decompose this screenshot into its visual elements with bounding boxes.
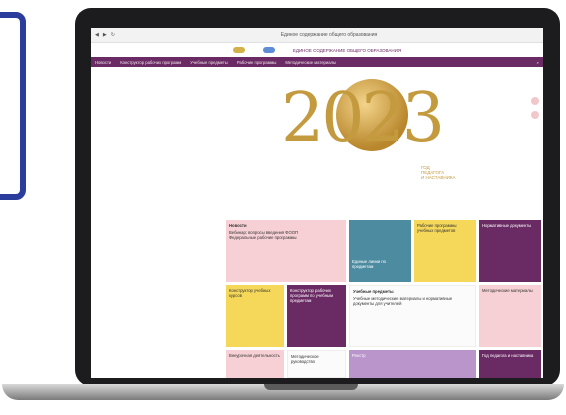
- constructor-course-tile[interactable]: Конструктор учебных курсов: [226, 285, 284, 347]
- ministry-logo-icon[interactable]: [232, 47, 245, 53]
- news-tile[interactable]: Новости Вебинар: вопросы введения ФООП Ф…: [226, 220, 346, 282]
- nav-item-news[interactable]: Новости: [95, 60, 111, 65]
- guide-tile[interactable]: Методическое руководство: [287, 350, 346, 378]
- partner-logo-icon[interactable]: [262, 47, 275, 53]
- year-teacher-tile[interactable]: Год педагога и наставника: [479, 350, 541, 378]
- nav-item-programs[interactable]: Рабочие программы: [237, 60, 277, 65]
- normative-title: Нормативные документы: [482, 223, 532, 228]
- hero-banner: 2023 ГОД ПЕДАГОГА И НАСТАВНИКА: [91, 67, 543, 191]
- normative-tile[interactable]: Нормативные документы: [479, 220, 541, 282]
- subjects-tile[interactable]: Учебные предметы Учебные методические ма…: [349, 285, 476, 347]
- site-brand[interactable]: ЕДИНОЕ СОДЕРЖАНИЕ ОБЩЕГО ОБРАЗОВАНИЯ: [293, 48, 401, 53]
- year-teacher-title: Год педагога и наставника: [482, 353, 534, 358]
- hero-caption: ГОД ПЕДАГОГА И НАСТАВНИКА: [421, 165, 455, 180]
- browser-bar: ◀ ▶ ↻ Единое содержание общего образован…: [91, 28, 543, 43]
- registry-title: Реестр: [352, 353, 366, 358]
- unified-lines-tile[interactable]: Единые линии по предметам: [349, 220, 411, 282]
- laptop: ◀ ▶ ↻ Единое содержание общего образован…: [75, 8, 560, 386]
- subjects-title: Учебные предметы: [353, 289, 394, 294]
- guide-title: Методическое руководство: [291, 354, 319, 364]
- subjects-text: Учебные методические материалы и нормати…: [353, 296, 453, 306]
- methods-title: Методические материалы: [482, 288, 533, 293]
- constructor-course-title: Конструктор учебных курсов: [229, 288, 271, 298]
- laptop-screen: ◀ ▶ ↻ Единое содержание общего образован…: [91, 28, 543, 378]
- site-header: ЕДИНОЕ СОДЕРЖАНИЕ ОБЩЕГО ОБРАЗОВАНИЯ: [91, 43, 543, 57]
- registry-tile[interactable]: Реестр: [349, 350, 476, 378]
- main-navbar: Новости Конструктор рабочих программ Уче…: [91, 57, 543, 67]
- hero-year: 2023: [281, 79, 445, 158]
- browser-tab-title: Единое содержание общего образования: [280, 32, 378, 38]
- forward-icon[interactable]: ▶: [103, 32, 107, 38]
- unified-title: Единые линии по предметам: [352, 259, 386, 269]
- programs-title: Рабочие программы учебных предметов: [417, 223, 457, 233]
- search-icon[interactable]: ⌕: [537, 60, 539, 65]
- methods-tile[interactable]: Методические материалы: [479, 285, 541, 347]
- left-blue-card: [0, 12, 26, 200]
- hero-caption-line3: И НАСТАВНИКА: [421, 175, 456, 180]
- constructor-programs-tile[interactable]: Конструктор рабочих программ по учебным …: [287, 285, 346, 347]
- nav-item-methods[interactable]: Методические материалы: [285, 60, 336, 65]
- extracurricular-tile[interactable]: Внеурочная деятельность: [226, 350, 284, 378]
- laptop-base: [2, 384, 564, 400]
- constructor-programs-title: Конструктор рабочих программ по учебным …: [290, 288, 333, 303]
- laptop-notch: [264, 384, 358, 390]
- reload-icon[interactable]: ↻: [111, 32, 115, 38]
- news-title: Новости: [229, 223, 247, 228]
- extracurricular-title: Внеурочная деятельность: [229, 353, 280, 358]
- nav-item-subjects[interactable]: Учебные предметы: [190, 60, 228, 65]
- news-item[interactable]: Федеральные рабочие программы: [229, 235, 343, 240]
- nav-item-constructor[interactable]: Конструктор рабочих программ: [120, 60, 181, 65]
- accessibility-icon[interactable]: [531, 97, 539, 105]
- back-icon[interactable]: ◀: [95, 32, 99, 38]
- share-icon[interactable]: [531, 111, 539, 119]
- programs-tile[interactable]: Рабочие программы учебных предметов: [414, 220, 476, 282]
